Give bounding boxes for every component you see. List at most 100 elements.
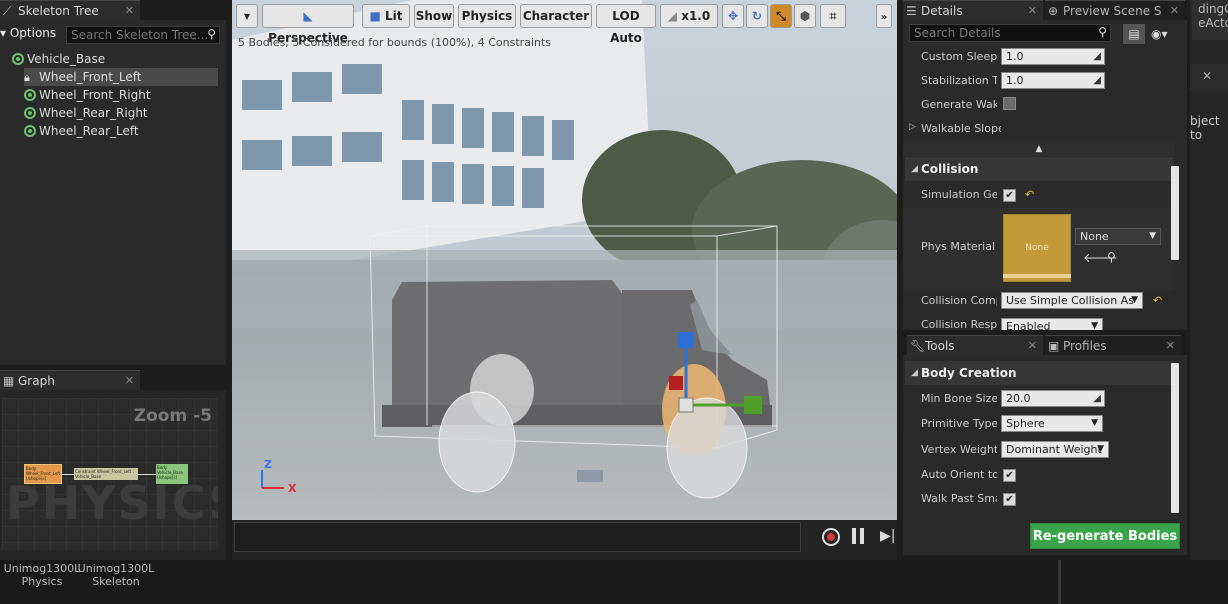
viewport-options-button[interactable]: ▾: [236, 4, 258, 28]
tab-graph[interactable]: ▦ Graph ✕: [0, 370, 140, 390]
prop-row-vertex-weighting: Vertex Weighting Type Dominant Weight▼: [903, 439, 1173, 463]
primitive-type-combo[interactable]: Sphere ▼: [1001, 415, 1103, 432]
axis-x-label: X: [288, 482, 297, 495]
tree-item-label: Wheel_Rear_Right: [39, 106, 148, 120]
record-button[interactable]: [822, 528, 840, 546]
background-tab-label-2: eActo: [1198, 16, 1228, 30]
section-collision[interactable]: ◢ Collision: [905, 157, 1173, 181]
close-icon[interactable]: ✕: [125, 1, 134, 21]
prop-label: Phys Material Override: [921, 240, 997, 253]
browse-icon[interactable]: ⚲: [1107, 250, 1116, 264]
close-icon[interactable]: ✕: [1166, 336, 1175, 356]
options-label: Options: [9, 26, 57, 40]
scale-mode-button[interactable]: ⤡: [770, 4, 792, 28]
stabilization-field[interactable]: 1.0 ◢: [1001, 72, 1105, 89]
tree-item[interactable]: Wheel_Rear_Right: [24, 104, 218, 122]
asset-label-skeleton[interactable]: Unimog1300L Skeleton: [76, 562, 156, 588]
graph-node-body[interactable]: Body Wheel_Front_Left Ushape[s]: [24, 464, 62, 484]
prop-label: Walkable Slope Override: [921, 122, 1001, 135]
collapse-advanced-icon[interactable]: ▲: [903, 142, 1175, 156]
lit-button[interactable]: ■ Lit: [362, 4, 410, 28]
pause-button[interactable]: [852, 528, 864, 544]
tree-item[interactable]: Wheel_Rear_Left: [24, 122, 218, 140]
transport-timeline[interactable]: [234, 522, 801, 552]
material-thumbnail[interactable]: None: [1003, 214, 1071, 282]
rotate-icon: ↻: [751, 9, 763, 23]
phys-material-combo[interactable]: None ▼: [1075, 228, 1161, 245]
custom-sleep-field[interactable]: 1.0 ◢: [1001, 48, 1105, 65]
prop-label: Auto Orient to Bone: [921, 468, 997, 481]
lock-icon: 🔒︎: [24, 71, 30, 84]
slider-icon: ◢: [1093, 75, 1101, 86]
close-icon[interactable]: ✕: [125, 371, 134, 391]
generate-wake-checkbox[interactable]: [1003, 97, 1016, 110]
lod-button[interactable]: LOD Auto: [596, 4, 656, 45]
background-tab[interactable]: dingC eActo: [1192, 0, 1228, 40]
collision-response-combo[interactable]: Enabled ▼: [1001, 318, 1103, 330]
graph-canvas[interactable]: Zoom -5 PHYSICS Body Wheel_Front_Left Us…: [2, 398, 218, 550]
graph-node-body[interactable]: Body Vehicle_Base Ushape[s]: [156, 464, 188, 484]
node-text: Body Wheel_Front_Left Ushape[s]: [26, 466, 61, 481]
tools-scrollbar[interactable]: [1171, 363, 1179, 513]
tab-profiles[interactable]: ▣ Profiles ✕: [1045, 335, 1181, 355]
graph-node-constraint[interactable]: Constraint Wheel_Front_Left : Vehicle_Ba…: [74, 468, 138, 480]
chevron-down-icon: ▼: [1131, 295, 1138, 305]
translate-mode-button[interactable]: ✥: [722, 4, 744, 28]
tab-tools[interactable]: 🔧︎ Tools ✕: [907, 335, 1043, 355]
vertex-weighting-combo[interactable]: Dominant Weight ▼: [1001, 441, 1109, 458]
tab-details[interactable]: ☰ Details ✕: [903, 0, 1043, 20]
prop-label: Generate Wake Events: [921, 98, 997, 111]
graph-panel: Zoom -5 PHYSICS Body Wheel_Front_Left Us…: [0, 390, 226, 560]
section-body-creation[interactable]: ◢ Body Creation: [905, 361, 1173, 385]
tree-item[interactable]: Wheel_Front_Right: [24, 86, 218, 104]
thumbnail-underline: [1003, 274, 1071, 278]
min-bone-size-field[interactable]: 20.0 ◢: [1001, 390, 1105, 407]
reset-icon[interactable]: ↶: [1025, 188, 1034, 201]
view-options-icon[interactable]: ▤: [1123, 24, 1145, 44]
eye-icon[interactable]: ◉▾: [1151, 24, 1181, 44]
perspective-button[interactable]: ◣ Perspective: [262, 4, 354, 45]
tree-item[interactable]: Vehicle_Base: [12, 50, 218, 68]
prop-row-auto-orient: Auto Orient to Bone ✔: [903, 464, 1173, 488]
play-speed-button[interactable]: ◢ x1.0: [660, 4, 718, 28]
local-space-button[interactable]: ⬢: [794, 4, 816, 28]
close-icon[interactable]: ✕: [1170, 1, 1179, 21]
auto-orient-checkbox[interactable]: ✔: [1003, 469, 1016, 482]
prop-row-custom-sleep: Custom Sleep Threshold Multiplier 1.0 ◢: [903, 46, 1173, 70]
show-label: Show: [415, 9, 453, 23]
prop-row-walk-past: Walk Past Small Bones ✔: [903, 488, 1173, 512]
tree-item-selected[interactable]: 🔒︎ Wheel_Front_Left: [24, 68, 218, 86]
background-row: ✕: [1190, 64, 1228, 90]
tab-preview-scene[interactable]: ⊕ Preview Scene S ✕: [1045, 0, 1185, 20]
speed-icon: ◢: [667, 9, 682, 23]
walk-past-checkbox[interactable]: ✔: [1003, 493, 1016, 506]
character-button[interactable]: Character: [520, 4, 592, 28]
physics-button[interactable]: Physics: [458, 4, 516, 28]
snap-button[interactable]: ⌗: [820, 4, 846, 28]
show-button[interactable]: Show: [414, 4, 454, 28]
tab-skeleton-tree[interactable]: ⟋ Skeleton Tree ✕: [0, 0, 140, 20]
skeleton-search-input[interactable]: Search Skeleton Tree... ⚲: [66, 26, 220, 44]
toolbar-overflow-button[interactable]: »: [876, 4, 892, 28]
details-search-input[interactable]: Search Details ⚲: [909, 24, 1111, 42]
step-forward-icon[interactable]: ▶|: [880, 528, 895, 544]
globe-icon: ⊕: [1048, 4, 1059, 18]
sim-gen-checkbox[interactable]: ✔: [1003, 189, 1016, 202]
reset-icon[interactable]: ↶: [1153, 294, 1162, 307]
details-scrollbar[interactable]: [1171, 166, 1179, 260]
field-value: 1.0: [1006, 74, 1024, 87]
prop-row-walkable-slope[interactable]: ▷ Walkable Slope Override: [903, 118, 1173, 142]
regenerate-bodies-button[interactable]: Re-generate Bodies: [1030, 523, 1180, 549]
rotate-mode-button[interactable]: ↻: [746, 4, 768, 28]
tools-panel: ◢ Body Creation Min Bone Size 20.0 ◢ Prim…: [903, 355, 1187, 555]
close-icon[interactable]: ✕: [1028, 336, 1037, 356]
options-dropdown[interactable]: ▾ Options: [0, 26, 56, 40]
close-icon[interactable]: ✕: [1202, 69, 1212, 83]
viewport[interactable]: Z X ▾ ◣ Perspective ■ Lit Show Physics C…: [232, 0, 897, 520]
content-browser-strip: [0, 560, 1228, 604]
asset-label-physics[interactable]: Unimog1300L Physics: [2, 562, 82, 588]
skeleton-tree-panel: ▾ Options Search Skeleton Tree... ⚲ Vehi…: [0, 20, 226, 365]
chevron-down-icon: ▼: [1091, 418, 1098, 428]
close-icon[interactable]: ✕: [1028, 1, 1037, 21]
collision-complexity-combo[interactable]: Use Simple Collision As ▼: [1001, 292, 1143, 309]
